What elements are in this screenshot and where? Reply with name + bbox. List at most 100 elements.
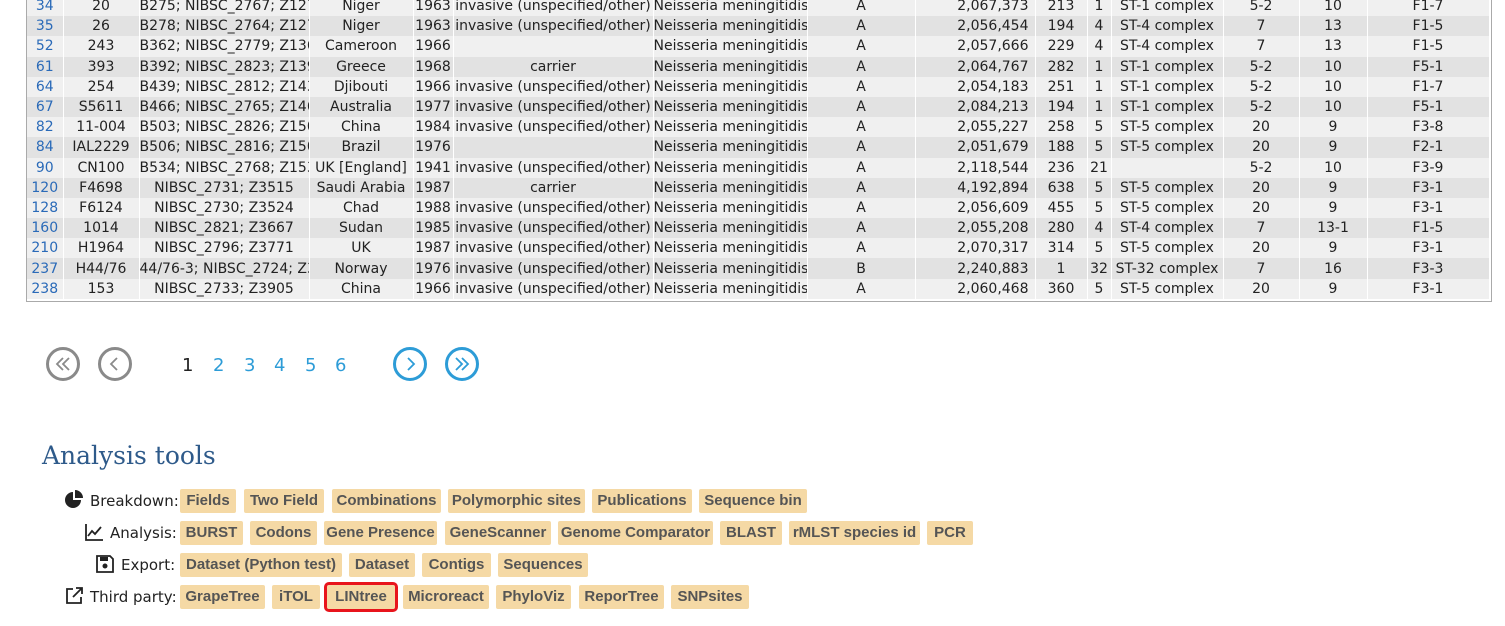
cell-col-c: F2-1 (1367, 137, 1490, 158)
isolate-id-link[interactable]: 90 (36, 160, 54, 176)
cell-length: 2,056,454 (915, 16, 1036, 37)
cell-year: 1976 (413, 258, 454, 279)
table-row: 67 S5611 B466; NIBSC_2765; Z1466 Australia 1… (27, 96, 1490, 118)
cell-year: 1966 (413, 278, 454, 299)
cell-contigs: 213 (1035, 0, 1088, 17)
isolate-id-link[interactable]: 120 (31, 180, 58, 196)
cell-country: China (309, 117, 414, 138)
page-link-5[interactable]: 5 (305, 355, 316, 376)
cell-serogroup: A (807, 117, 916, 138)
cell-species: Neisseria meningitidis (653, 238, 808, 259)
page-link-1[interactable]: 1 (182, 355, 193, 376)
isolate-id-link[interactable]: 61 (36, 59, 54, 75)
cell-isolate: 11-004 (63, 117, 140, 138)
cell-species: Neisseria meningitidis (653, 96, 808, 118)
phyloviz-button[interactable]: PhyloViz (496, 585, 571, 609)
cell-cc-val: 20 (1223, 137, 1300, 158)
prev-page-button[interactable] (98, 347, 132, 381)
isolate-id-link[interactable]: 238 (31, 281, 58, 297)
double-chevron-left-icon (55, 357, 70, 371)
cell-aliases: NIBSC_2821; Z3667 (139, 218, 310, 239)
page-link-6[interactable]: 6 (335, 355, 346, 376)
cell-cc-val: 5-2 (1223, 96, 1300, 118)
pcr-button[interactable]: PCR (927, 521, 973, 545)
export-label: Export: (121, 556, 176, 574)
dataset-python-test-button[interactable]: Dataset (Python test) (180, 553, 342, 577)
cell-species: Neisseria meningitidis (653, 157, 808, 178)
table-row: 237 H44/7644/76-3; NIBSC_2724; Z3842Norwa… (27, 258, 1490, 279)
dataset-button[interactable]: Dataset (349, 553, 415, 577)
cell-aliases: B503; NIBSC_2826; Z1503 (139, 117, 310, 138)
snpsites-button[interactable]: SNPsites (671, 585, 749, 609)
genome-comparator-button[interactable]: Genome Comparator (558, 521, 713, 545)
blast-button[interactable]: BLAST (720, 521, 782, 545)
reportree-button[interactable]: ReporTree (579, 585, 664, 609)
codons-button[interactable]: Codons (250, 521, 317, 545)
isolate-id-link[interactable]: 34 (36, 0, 54, 14)
cell-st: 21 (1087, 157, 1112, 178)
cell-length: 2,067,373 (915, 0, 1036, 17)
sequence-bin-button[interactable]: Sequence bin (699, 489, 807, 513)
isolate-id-link[interactable]: 160 (31, 220, 58, 236)
isolate-id-link[interactable]: 237 (31, 261, 58, 277)
grapetree-button[interactable]: GrapeTree (180, 585, 265, 609)
first-page-button[interactable] (46, 347, 80, 381)
sequences-button[interactable]: Sequences (498, 553, 588, 577)
fields-button[interactable]: Fields (180, 489, 236, 513)
cell-serogroup: A (807, 157, 916, 178)
page-link-2[interactable]: 2 (213, 355, 224, 376)
itol-button[interactable]: iTOL (272, 585, 320, 609)
cell-contigs: 360 (1035, 278, 1088, 299)
microreact-button[interactable]: Microreact (403, 585, 489, 609)
cell-id: 35 (27, 16, 64, 37)
publications-button[interactable]: Publications (592, 489, 692, 513)
cell-col-b: 13 (1299, 36, 1368, 57)
cell-disease: invasive (unspecified/other) (453, 157, 654, 178)
cell-serogroup: A (807, 278, 916, 299)
isolate-id-link[interactable]: 82 (36, 119, 54, 135)
results-table: 34 20 B275; NIBSC_2767; Z1275 Niger 1963 inva… (27, 0, 1490, 299)
cell-cc-val: 20 (1223, 238, 1300, 259)
cell-st: 32 (1087, 258, 1112, 279)
next-page-button[interactable] (393, 347, 427, 381)
isolate-id-link[interactable]: 84 (36, 139, 54, 155)
table-row: 34 20 B275; NIBSC_2767; Z1275 Niger 1963 inva… (27, 0, 1490, 17)
table-row: 160 1014 NIBSC_2821; Z3667 Sudan 1985 invasiv… (27, 218, 1490, 239)
pie-chart-icon (65, 490, 83, 508)
isolate-id-link[interactable]: 52 (36, 38, 54, 54)
cell-serogroup: A (807, 56, 916, 77)
page-link-4[interactable]: 4 (274, 355, 285, 376)
cell-clonal-complex: ST-4 complex (1111, 218, 1224, 239)
lintree-button[interactable]: LINtree (324, 582, 398, 612)
cell-isolate: F6124 (63, 197, 140, 219)
cell-aliases: B275; NIBSC_2767; Z1275 (139, 0, 310, 17)
cell-year: 1984 (413, 117, 454, 138)
page-link-3[interactable]: 3 (244, 355, 255, 376)
polymorphic-sites-button[interactable]: Polymorphic sites (448, 489, 585, 513)
burst-button[interactable]: BURST (180, 521, 243, 545)
cell-species: Neisseria meningitidis (653, 258, 808, 279)
contigs-button[interactable]: Contigs (422, 553, 491, 577)
cell-contigs: 1 (1035, 258, 1088, 279)
cell-country: Australia (309, 96, 414, 118)
third-party-label: Third party: (90, 588, 177, 606)
genescanner-button[interactable]: GeneScanner (445, 521, 551, 545)
two-field-button[interactable]: Two Field (244, 489, 324, 513)
isolate-id-link[interactable]: 67 (36, 99, 54, 115)
cell-disease: carrier (453, 56, 654, 77)
cell-species: Neisseria meningitidis (653, 218, 808, 239)
cell-country: Greece (309, 56, 414, 77)
cell-aliases: B534; NIBSC_2768; Z1534 (139, 157, 310, 178)
isolate-id-link[interactable]: 210 (31, 240, 58, 256)
last-page-button[interactable] (445, 347, 479, 381)
rmlst-species-id-button[interactable]: rMLST species id (789, 521, 920, 545)
gene-presence-button[interactable]: Gene Presence (324, 521, 437, 545)
combinations-button[interactable]: Combinations (332, 489, 441, 513)
cell-contigs: 282 (1035, 56, 1088, 77)
cell-isolate: S5611 (63, 96, 140, 118)
isolate-id-link[interactable]: 35 (36, 18, 54, 34)
cell-cc-val: 20 (1223, 117, 1300, 138)
cell-col-c: F1-5 (1367, 218, 1490, 239)
isolate-id-link[interactable]: 128 (31, 200, 58, 216)
isolate-id-link[interactable]: 64 (36, 79, 54, 95)
